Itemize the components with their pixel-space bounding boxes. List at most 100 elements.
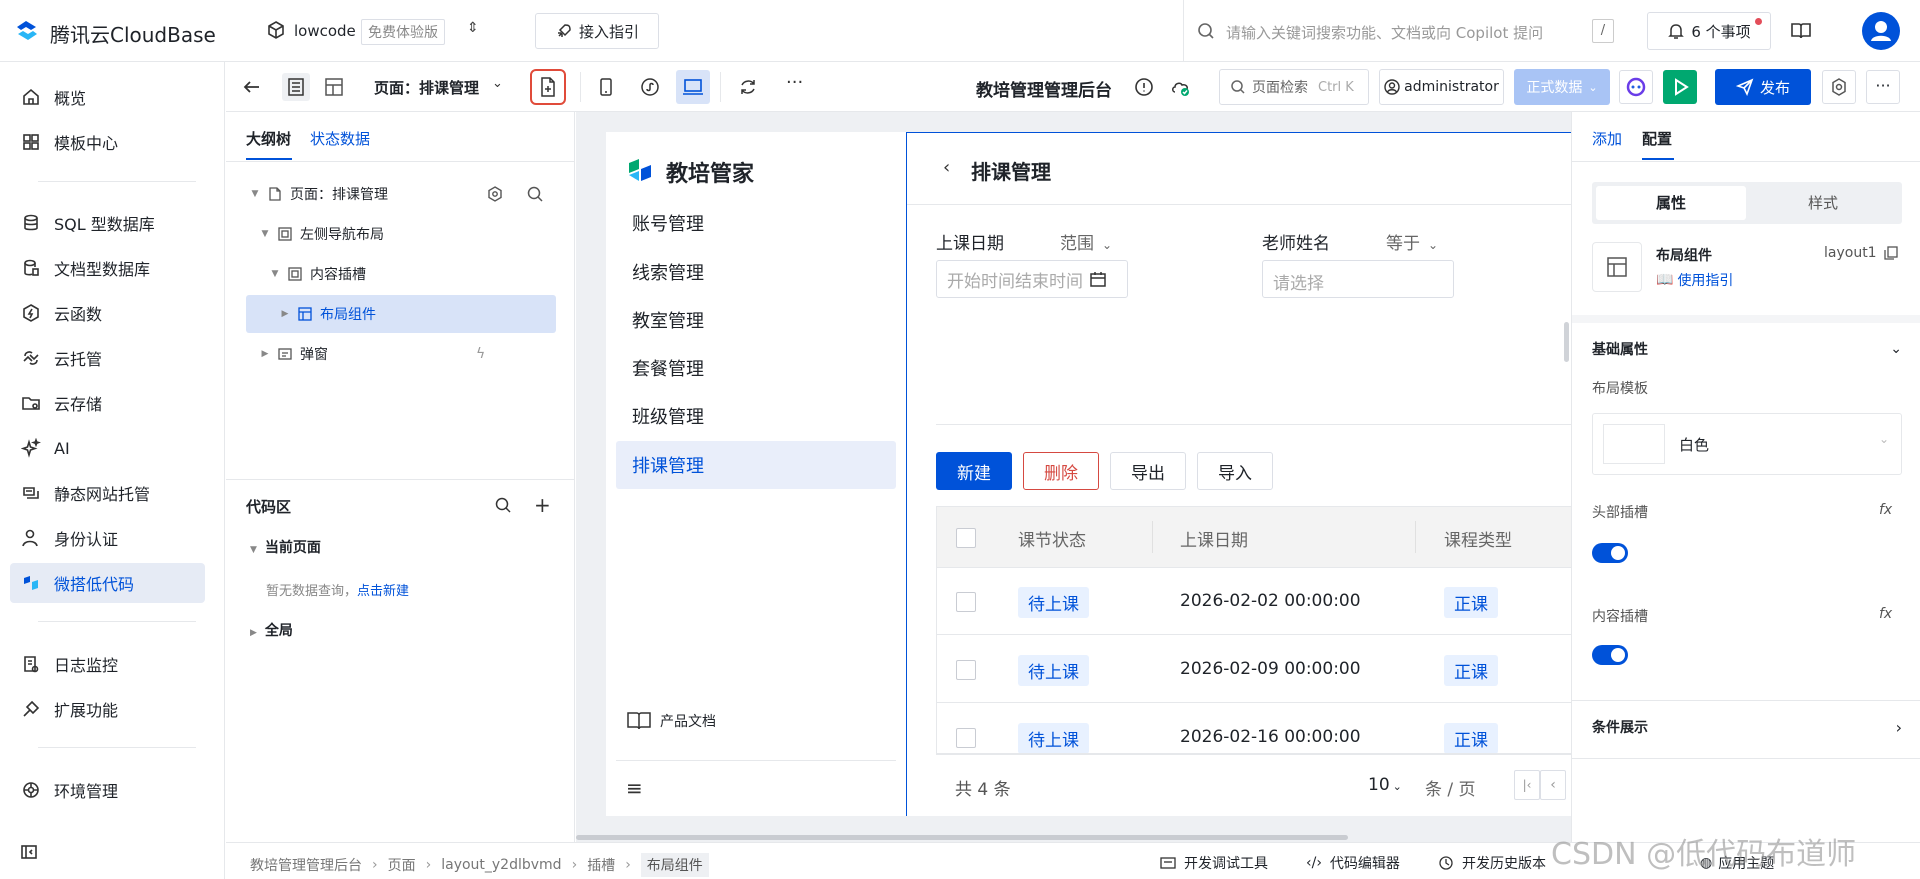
breadcrumb-item[interactable]: layout_y2dlbvmd bbox=[441, 857, 561, 873]
column-header-type[interactable]: 课程类型 bbox=[1444, 526, 1512, 551]
global-search-input[interactable]: 请输入关键词搜索功能、文档或向 Copilot 提问 bbox=[1226, 22, 1543, 43]
collapse-sidebar-icon[interactable] bbox=[20, 843, 38, 861]
table-row[interactable]: 待上课 2026-02-09 00:00:00 正课 bbox=[937, 636, 1571, 703]
column-header-status[interactable]: 课节状态 bbox=[1018, 526, 1086, 551]
desktop-view-icon[interactable] bbox=[676, 70, 710, 104]
nav-item-auth[interactable]: 身份认证 bbox=[10, 518, 205, 558]
filter-teacher-select[interactable]: 请选择 bbox=[1262, 260, 1454, 298]
outline-panel-toggle-icon[interactable] bbox=[282, 73, 310, 101]
back-chevron-icon[interactable]: ‹ bbox=[943, 157, 950, 178]
tab-config[interactable]: 配置 bbox=[1642, 128, 1672, 149]
page-selector[interactable]: 页面：排课管理 bbox=[374, 77, 479, 98]
header-slot-toggle[interactable] bbox=[1592, 543, 1628, 563]
breadcrumb-item[interactable]: 插槽 bbox=[587, 855, 615, 875]
canvas-scrollbar-vertical[interactable] bbox=[1564, 322, 1569, 362]
create-query-link[interactable]: 点击新建 bbox=[357, 584, 409, 599]
copilot-icon[interactable] bbox=[1619, 70, 1653, 104]
export-button[interactable]: 导出 bbox=[1110, 452, 1186, 490]
nav-item-storage[interactable]: 云存储 bbox=[10, 383, 205, 423]
menu-item-schedule[interactable]: 排课管理 bbox=[616, 441, 896, 489]
env-switch-icon[interactable]: ⇕ bbox=[467, 20, 479, 36]
page-settings-icon[interactable] bbox=[486, 185, 504, 203]
nav-item-extensions[interactable]: 扩展功能 bbox=[10, 689, 205, 729]
filter-date-operator[interactable]: 范围 ⌄ bbox=[1060, 229, 1112, 254]
avatar[interactable] bbox=[1862, 12, 1900, 50]
preview-play-button[interactable] bbox=[1663, 70, 1697, 104]
refresh-icon[interactable] bbox=[734, 73, 762, 101]
menu-item-classrooms[interactable]: 教室管理 bbox=[616, 296, 896, 344]
usage-guide-link[interactable]: 📖 使用指引 bbox=[1656, 270, 1733, 290]
basic-props-header[interactable]: 基础属性 ⌄ bbox=[1592, 331, 1902, 367]
book-icon[interactable] bbox=[1790, 20, 1812, 42]
tree-node-page[interactable]: ▼ 页面：排课管理 bbox=[248, 175, 558, 213]
delete-button[interactable]: 删除 bbox=[1023, 452, 1099, 490]
prev-page-icon[interactable]: ‹ bbox=[1540, 770, 1566, 800]
tree-node-content-slot[interactable]: ▼ 内容插槽 bbox=[268, 255, 578, 293]
nav-item-logs[interactable]: 日志监控 bbox=[10, 644, 205, 684]
more-options-icon[interactable]: ··· bbox=[1866, 70, 1900, 104]
add-code-icon[interactable]: + bbox=[534, 493, 551, 517]
breadcrumb-item-current[interactable]: 布局组件 bbox=[640, 853, 709, 877]
product-docs-link[interactable]: 产品文档 bbox=[626, 708, 716, 734]
nav-item-static-hosting[interactable]: 静态网站托管 bbox=[10, 473, 205, 513]
filter-teacher-operator[interactable]: 等于 ⌄ bbox=[1386, 229, 1438, 254]
content-slot-toggle[interactable] bbox=[1592, 645, 1628, 665]
miniprogram-view-icon[interactable] bbox=[636, 73, 664, 101]
breadcrumb-item[interactable]: 页面 bbox=[388, 855, 416, 875]
current-page-section[interactable]: ▼ 当前页面 bbox=[250, 537, 321, 557]
table-row[interactable]: 待上课 2026-02-16 00:00:00 正课 bbox=[937, 704, 1571, 753]
nav-item-doc-db[interactable]: 文档型数据库 bbox=[10, 248, 205, 288]
header-slot-fx-icon[interactable]: fx bbox=[1879, 502, 1892, 518]
first-page-icon[interactable]: |‹ bbox=[1514, 770, 1540, 800]
info-icon[interactable] bbox=[1134, 77, 1154, 97]
copy-icon[interactable] bbox=[1883, 245, 1899, 261]
tree-node-layout-component[interactable]: ▶ 布局组件 bbox=[246, 295, 556, 333]
canvas-scrollbar-horizontal[interactable] bbox=[576, 835, 1348, 840]
nav-item-sql-db[interactable]: SQL 型数据库 bbox=[10, 203, 205, 243]
menu-item-packages[interactable]: 套餐管理 bbox=[616, 344, 896, 392]
tree-search-icon[interactable] bbox=[526, 185, 544, 203]
tab-state-data[interactable]: 状态数据 bbox=[310, 128, 370, 149]
layout-template-select[interactable]: 白色 ⌄ bbox=[1592, 413, 1902, 475]
filter-date-range-input[interactable]: 开始时间结束时间 bbox=[936, 260, 1128, 298]
nav-item-functions[interactable]: 云函数 bbox=[10, 293, 205, 333]
nav-item-templates[interactable]: 模板中心 bbox=[10, 122, 205, 162]
env-name[interactable]: lowcode bbox=[294, 22, 356, 40]
tree-node-dialog[interactable]: ▶ 弹窗 bbox=[258, 335, 568, 373]
tree-node-left-nav-layout[interactable]: ▼ 左侧导航布局 bbox=[258, 215, 568, 253]
menu-item-accounts[interactable]: 账号管理 bbox=[616, 199, 896, 247]
nav-item-env[interactable]: 环境管理 bbox=[10, 770, 205, 810]
more-icon[interactable]: ··· bbox=[786, 72, 803, 93]
data-mode-select[interactable]: 正式数据 ⌄ bbox=[1514, 69, 1610, 105]
breadcrumb-item[interactable]: 教培管理管理后台 bbox=[250, 855, 362, 875]
menu-item-leads[interactable]: 线索管理 bbox=[616, 248, 896, 296]
page-search-input[interactable]: 页面检索 Ctrl K bbox=[1219, 69, 1369, 105]
publish-button[interactable]: 发布 bbox=[1715, 69, 1811, 105]
global-section[interactable]: ▶ 全局 bbox=[250, 620, 293, 640]
settings-gear-icon[interactable] bbox=[1822, 70, 1856, 104]
nav-item-cloud-run[interactable]: 云托管 bbox=[10, 338, 205, 378]
row-checkbox[interactable] bbox=[956, 592, 976, 612]
menu-item-classes[interactable]: 班级管理 bbox=[616, 392, 896, 440]
select-all-checkbox[interactable] bbox=[956, 528, 976, 548]
guide-button[interactable]: 接入指引 bbox=[535, 13, 659, 49]
row-checkbox[interactable] bbox=[956, 660, 976, 680]
nav-item-ai[interactable]: AI bbox=[10, 428, 205, 468]
mobile-view-icon[interactable] bbox=[592, 73, 620, 101]
code-search-icon[interactable] bbox=[494, 496, 512, 514]
devtools-button[interactable]: 开发调试工具 bbox=[1160, 853, 1268, 873]
user-button[interactable]: administrator bbox=[1379, 69, 1504, 105]
import-button[interactable]: 导入 bbox=[1197, 452, 1273, 490]
todo-button[interactable]: 6 个事项 bbox=[1647, 12, 1771, 50]
history-button[interactable]: 开发历史版本 bbox=[1438, 853, 1546, 873]
row-checkbox[interactable] bbox=[956, 728, 976, 748]
page-size-select[interactable]: 10 ⌄ bbox=[1368, 775, 1402, 795]
segment-styles[interactable]: 样式 bbox=[1748, 186, 1898, 220]
back-arrow-icon[interactable] bbox=[242, 77, 262, 97]
new-button[interactable]: 新建 bbox=[936, 452, 1012, 490]
lightning-icon[interactable]: ϟ bbox=[476, 346, 485, 362]
table-row[interactable]: 待上课 2026-02-02 00:00:00 正课 bbox=[937, 568, 1571, 635]
chevron-down-icon[interactable]: ⌄ bbox=[492, 76, 503, 91]
nav-item-weda[interactable]: 微搭低代码 bbox=[10, 563, 205, 603]
new-page-button[interactable] bbox=[530, 69, 566, 105]
